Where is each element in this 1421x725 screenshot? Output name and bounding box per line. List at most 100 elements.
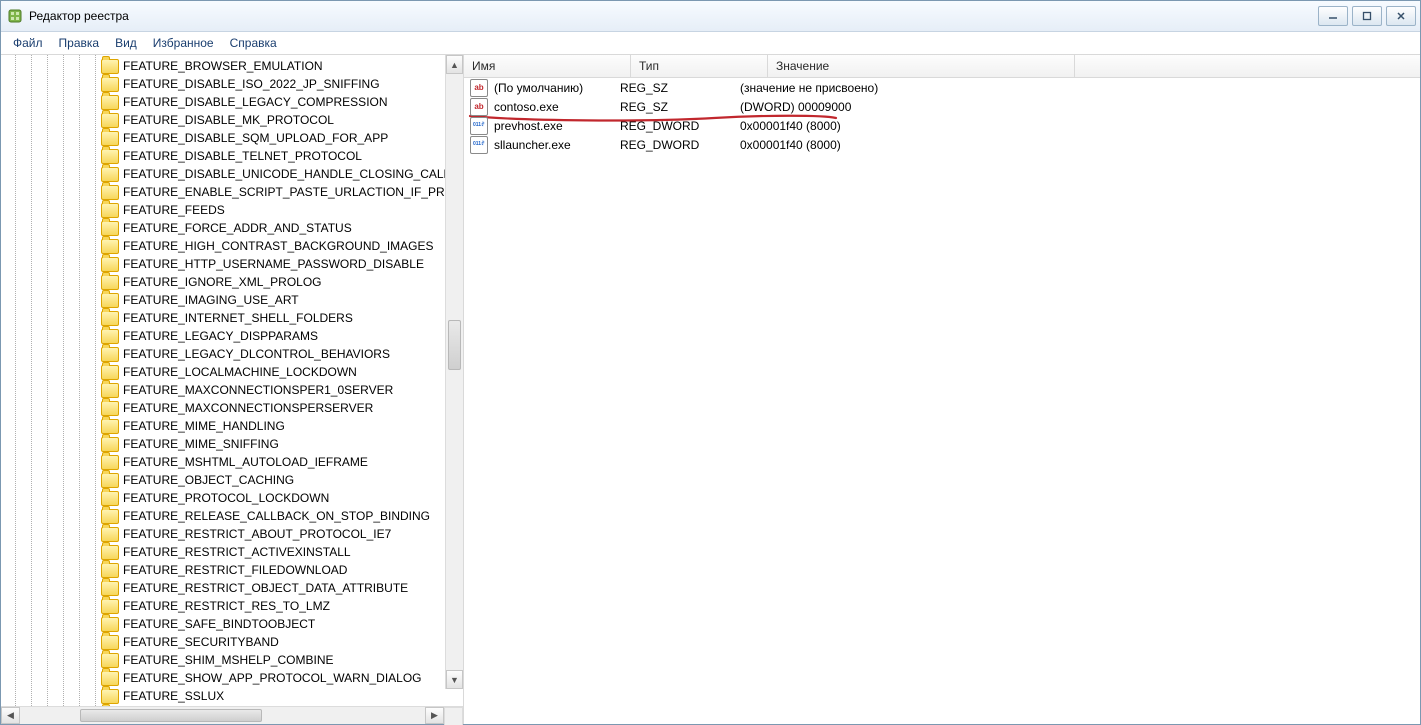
tree-item[interactable]: FEATURE_MIME_HANDLING [1, 417, 463, 435]
tree-item[interactable]: FEATURE_RESTRICT_ABOUT_PROTOCOL_IE7 [1, 525, 463, 543]
tree-item[interactable]: FEATURE_IGNORE_XML_PROLOG [1, 273, 463, 291]
tree-item[interactable]: FEATURE_PROTOCOL_LOCKDOWN [1, 489, 463, 507]
tree-item[interactable]: FEATURE_SAFE_BINDTOOBJECT [1, 615, 463, 633]
tree-item-label: FEATURE_RESTRICT_ABOUT_PROTOCOL_IE7 [123, 527, 391, 541]
value-type: REG_DWORD [620, 119, 740, 133]
column-value[interactable]: Значение [768, 55, 1075, 77]
minimize-button[interactable] [1318, 6, 1348, 26]
hscroll-thumb[interactable] [80, 709, 262, 722]
tree-item[interactable]: FEATURE_MSHTML_AUTOLOAD_IEFRAME [1, 453, 463, 471]
tree-list[interactable]: FEATURE_BROWSER_EMULATIONFEATURE_DISABLE… [1, 55, 463, 706]
tree-item[interactable]: FEATURE_HTTP_USERNAME_PASSWORD_DISABLE [1, 255, 463, 273]
folder-icon [101, 599, 119, 614]
tree-item-label: FEATURE_HIGH_CONTRAST_BACKGROUND_IMAGES [123, 239, 434, 253]
tree-item-label: FEATURE_LOCALMACHINE_LOCKDOWN [123, 365, 357, 379]
menu-view[interactable]: Вид [107, 34, 145, 52]
tree-item-label: FEATURE_SSLUX [123, 689, 224, 703]
tree-item[interactable]: FEATURE_LOCALMACHINE_LOCKDOWN [1, 363, 463, 381]
tree-item-label: FEATURE_LEGACY_DLCONTROL_BEHAVIORS [123, 347, 390, 361]
value-type: REG_SZ [620, 81, 740, 95]
scroll-track[interactable] [446, 72, 463, 672]
value-row[interactable]: sllauncher.exeREG_DWORD0x00001f40 (8000) [464, 135, 1420, 154]
tree-item[interactable]: FEATURE_SHOW_APP_PROTOCOL_WARN_DIALOG [1, 669, 463, 687]
tree-item[interactable]: FEATURE_RESTRICT_FILEDOWNLOAD [1, 561, 463, 579]
tree-item[interactable]: FEATURE_DISABLE_TELNET_PROTOCOL [1, 147, 463, 165]
value-row[interactable]: (По умолчанию)REG_SZ(значение не присвое… [464, 78, 1420, 97]
scroll-left-button[interactable]: ◀ [1, 707, 20, 724]
tree-item[interactable]: FEATURE_MIME_SNIFFING [1, 435, 463, 453]
column-name[interactable]: Имя [464, 55, 631, 77]
hscroll-track[interactable] [20, 707, 425, 724]
value-type: REG_SZ [620, 100, 740, 114]
tree-item[interactable]: FEATURE_LEGACY_DLCONTROL_BEHAVIORS [1, 345, 463, 363]
tree-item-label: FEATURE_ENABLE_SCRIPT_PASTE_URLACTION_IF… [123, 185, 463, 199]
tree-item[interactable]: FEATURE_OBJECT_CACHING [1, 471, 463, 489]
tree-item[interactable]: FEATURE_LEGACY_DISPPARAMS [1, 327, 463, 345]
tree-item[interactable]: FEATURE_IMAGING_USE_ART [1, 291, 463, 309]
column-type[interactable]: Тип [631, 55, 768, 77]
tree-item[interactable]: FEATURE_SHIM_MSHELP_COMBINE [1, 651, 463, 669]
tree-item[interactable]: FEATURE_MAXCONNECTIONSPER1_0SERVER [1, 381, 463, 399]
tree-item[interactable]: FEATURE_FEEDS [1, 201, 463, 219]
tree-item[interactable]: FEATURE_DISABLE_MK_PROTOCOL [1, 111, 463, 129]
tree-item[interactable]: FEATURE_SSLUX [1, 687, 463, 705]
scroll-down-button[interactable]: ▼ [446, 670, 463, 689]
value-row[interactable]: contoso.exeREG_SZ(DWORD) 00009000 [464, 97, 1420, 116]
list-body[interactable]: (По умолчанию)REG_SZ(значение не присвое… [464, 78, 1420, 724]
tree-item-label: FEATURE_OBJECT_CACHING [123, 473, 294, 487]
close-button[interactable] [1386, 6, 1416, 26]
value-name: (По умолчанию) [494, 81, 620, 95]
tree-item[interactable]: FEATURE_RELEASE_CALLBACK_ON_STOP_BINDING [1, 507, 463, 525]
app-icon [7, 8, 23, 24]
tree-item-label: FEATURE_MIME_SNIFFING [123, 437, 279, 451]
value-data: 0x00001f40 (8000) [740, 119, 1420, 133]
menu-file[interactable]: Файл [5, 34, 51, 52]
tree-item[interactable]: FEATURE_DISABLE_SQM_UPLOAD_FOR_APP [1, 129, 463, 147]
tree-item-label: FEATURE_RESTRICT_FILEDOWNLOAD [123, 563, 347, 577]
list-header: Имя Тип Значение [464, 55, 1420, 78]
resize-grip [444, 707, 463, 725]
folder-icon [101, 671, 119, 686]
tree-horizontal-scrollbar[interactable]: ◀ ▶ [1, 706, 463, 724]
value-row[interactable]: prevhost.exeREG_DWORD0x00001f40 (8000) [464, 116, 1420, 135]
folder-icon [101, 329, 119, 344]
folder-icon [101, 509, 119, 524]
tree-item[interactable]: FEATURE_HIGH_CONTRAST_BACKGROUND_IMAGES [1, 237, 463, 255]
value-name: prevhost.exe [494, 119, 620, 133]
titlebar: Редактор реестра [1, 1, 1420, 32]
tree-vertical-scrollbar[interactable]: ▲ ▼ [445, 55, 463, 689]
tree-item[interactable]: FEATURE_DISABLE_ISO_2022_JP_SNIFFING [1, 75, 463, 93]
tree-item[interactable]: FEATURE_FORCE_ADDR_AND_STATUS [1, 219, 463, 237]
folder-icon [101, 203, 119, 218]
folder-icon [101, 653, 119, 668]
tree-item-label: FEATURE_DISABLE_UNICODE_HANDLE_CLOSING_C… [123, 167, 463, 181]
folder-icon [101, 617, 119, 632]
tree-item[interactable]: FEATURE_BROWSER_EMULATION [1, 57, 463, 75]
scroll-right-button[interactable]: ▶ [425, 707, 444, 724]
tree-item-label: FEATURE_SECURITYBAND [123, 635, 279, 649]
tree-item[interactable]: FEATURE_MAXCONNECTIONSPERSERVER [1, 399, 463, 417]
menu-help[interactable]: Справка [222, 34, 285, 52]
folder-icon [101, 275, 119, 290]
folder-icon [101, 419, 119, 434]
tree-item[interactable]: FEATURE_DISABLE_LEGACY_COMPRESSION [1, 93, 463, 111]
dword-value-icon [470, 117, 488, 135]
folder-icon [101, 383, 119, 398]
folder-icon [101, 473, 119, 488]
folder-icon [101, 77, 119, 92]
registry-editor-window: Редактор реестра Файл Правка Вид Избранн… [0, 0, 1421, 725]
tree-item-label: FEATURE_HTTP_USERNAME_PASSWORD_DISABLE [123, 257, 424, 271]
tree-item[interactable]: FEATURE_SECURITYBAND [1, 633, 463, 651]
menu-edit[interactable]: Правка [51, 34, 108, 52]
tree-item[interactable]: FEATURE_INTERNET_SHELL_FOLDERS [1, 309, 463, 327]
maximize-button[interactable] [1352, 6, 1382, 26]
tree-item[interactable]: FEATURE_RESTRICT_OBJECT_DATA_ATTRIBUTE [1, 579, 463, 597]
tree-item[interactable]: FEATURE_ENABLE_SCRIPT_PASTE_URLACTION_IF… [1, 183, 463, 201]
scroll-thumb[interactable] [448, 320, 461, 370]
tree-item[interactable]: FEATURE_DISABLE_UNICODE_HANDLE_CLOSING_C… [1, 165, 463, 183]
folder-icon [101, 581, 119, 596]
tree-item[interactable]: FEATURE_RESTRICT_RES_TO_LMZ [1, 597, 463, 615]
menu-favorites[interactable]: Избранное [145, 34, 222, 52]
folder-icon [101, 221, 119, 236]
tree-item[interactable]: FEATURE_RESTRICT_ACTIVEXINSTALL [1, 543, 463, 561]
